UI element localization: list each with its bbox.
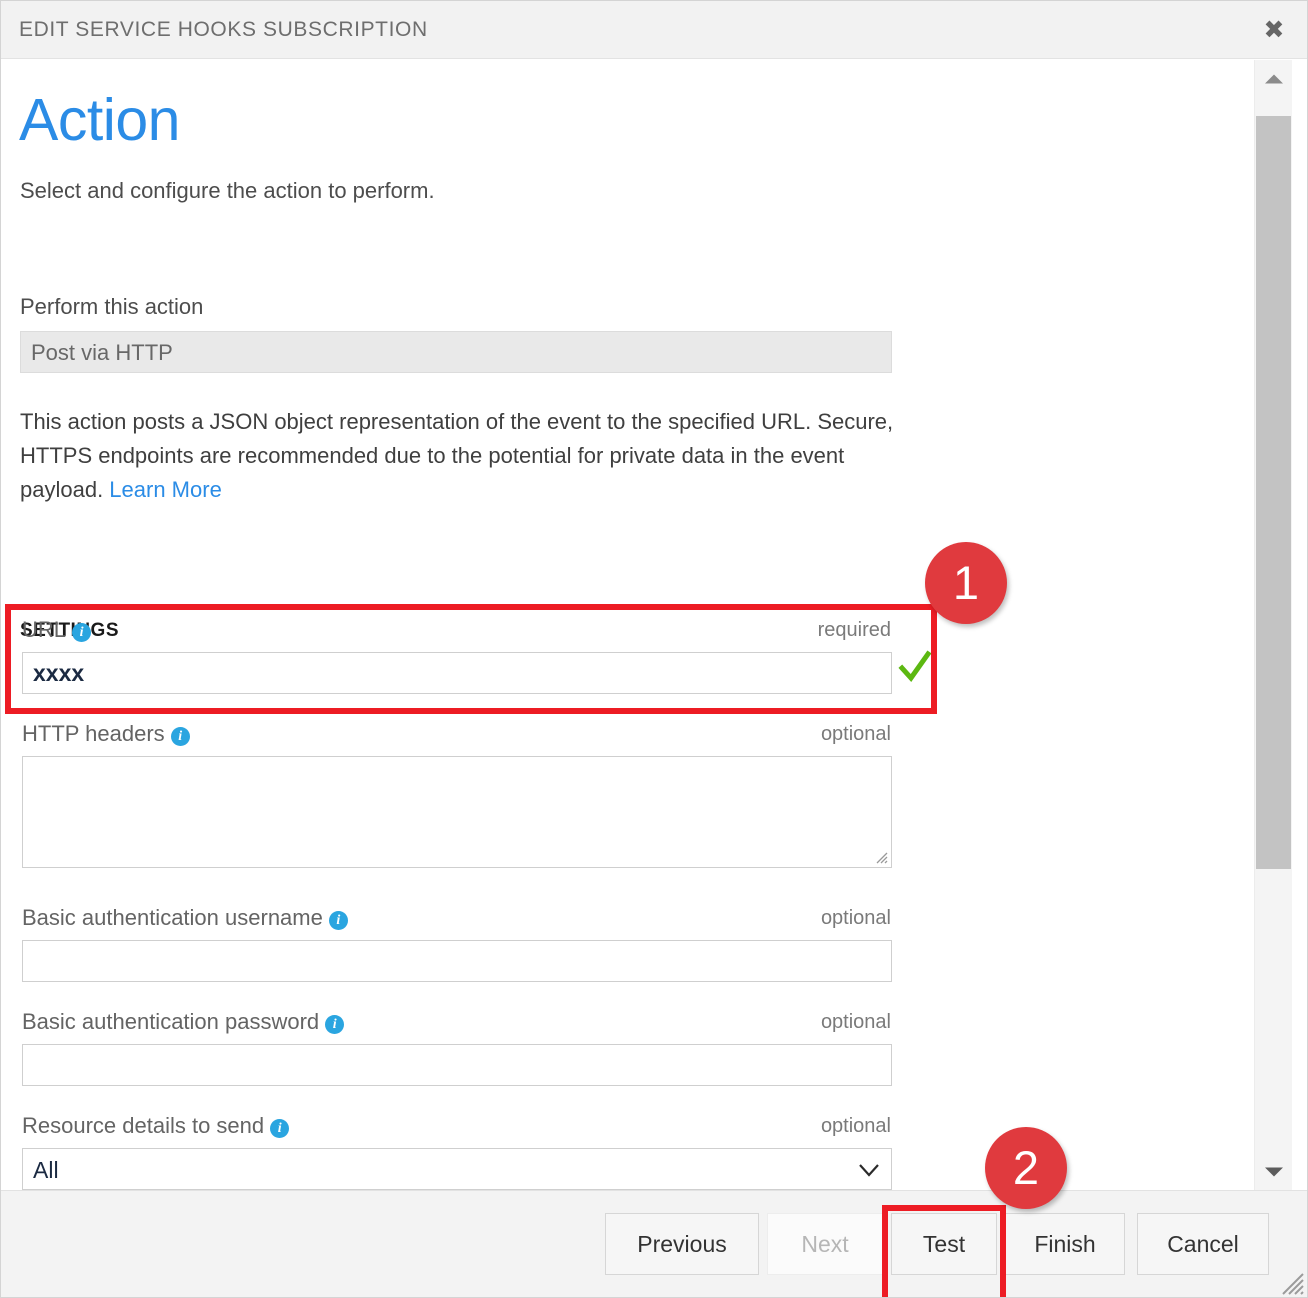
info-icon[interactable]: i (325, 1015, 344, 1034)
close-icon[interactable]: ✖ (1257, 15, 1291, 45)
http-headers-textarea[interactable] (22, 756, 892, 868)
url-input[interactable] (22, 652, 892, 694)
callout-badge-1: 1 (925, 542, 1007, 624)
test-button[interactable]: Test (891, 1213, 997, 1275)
vertical-scrollbar[interactable] (1254, 60, 1292, 1190)
url-requirement-text: required (701, 619, 891, 642)
basic-auth-username-input[interactable] (22, 940, 892, 982)
url-label-text: URL (22, 617, 66, 642)
perform-action-value: Post via HTTP (31, 340, 173, 366)
scroll-down-arrow-icon[interactable] (1255, 1153, 1292, 1190)
next-button: Next (767, 1213, 883, 1275)
scrollbar-thumb[interactable] (1256, 116, 1291, 869)
finish-button[interactable]: Finish (1005, 1213, 1125, 1275)
resource-details-select[interactable]: All (22, 1148, 892, 1190)
page-title: Action (19, 91, 180, 150)
resource-details-requirement-text: optional (701, 1115, 891, 1138)
cancel-button[interactable]: Cancel (1137, 1213, 1269, 1275)
basic-auth-password-field-label: Basic authentication password i (22, 1009, 344, 1035)
dialog-content: Action Select and configure the action t… (1, 60, 1253, 1190)
info-icon[interactable]: i (329, 911, 348, 930)
basic-auth-password-input[interactable] (22, 1044, 892, 1086)
info-icon[interactable]: i (72, 623, 91, 642)
info-icon[interactable]: i (171, 727, 190, 746)
basic-auth-password-label-text: Basic authentication password (22, 1009, 319, 1034)
url-field-label: URL i (22, 617, 91, 643)
basic-auth-username-label-text: Basic authentication username (22, 905, 323, 930)
learn-more-link[interactable]: Learn More (109, 477, 222, 502)
perform-action-select[interactable]: Post via HTTP (20, 331, 892, 373)
http-headers-requirement-text: optional (701, 723, 891, 746)
previous-button[interactable]: Previous (605, 1213, 759, 1275)
scroll-up-arrow-icon[interactable] (1255, 60, 1292, 97)
dialog-title: EDIT SERVICE HOOKS SUBSCRIPTION (19, 18, 428, 42)
perform-action-label: Perform this action (20, 294, 203, 320)
http-headers-field-label: HTTP headers i (22, 721, 190, 747)
edit-service-hooks-subscription-dialog: EDIT SERVICE HOOKS SUBSCRIPTION ✖ Action… (0, 0, 1308, 1298)
info-icon[interactable]: i (270, 1119, 289, 1138)
basic-auth-username-field-label: Basic authentication username i (22, 905, 348, 931)
callout-badge-2: 2 (985, 1127, 1067, 1209)
resource-details-field-label: Resource details to send i (22, 1113, 289, 1139)
basic-auth-password-requirement-text: optional (701, 1011, 891, 1034)
chevron-down-icon (855, 1158, 883, 1182)
resource-details-label-text: Resource details to send (22, 1113, 264, 1138)
right-gutter (1292, 60, 1308, 1190)
dialog-footer: Previous Next Test Finish Cancel (1, 1190, 1308, 1298)
window-resize-grip-icon[interactable] (1279, 1270, 1305, 1296)
page-subtitle: Select and configure the action to perfo… (20, 178, 435, 204)
http-headers-label-text: HTTP headers (22, 721, 165, 746)
dialog-titlebar: EDIT SERVICE HOOKS SUBSCRIPTION ✖ (1, 1, 1308, 59)
check-icon (898, 648, 932, 688)
basic-auth-username-requirement-text: optional (701, 907, 891, 930)
resource-details-value: All (33, 1157, 59, 1184)
action-description: This action posts a JSON object represen… (20, 405, 900, 507)
